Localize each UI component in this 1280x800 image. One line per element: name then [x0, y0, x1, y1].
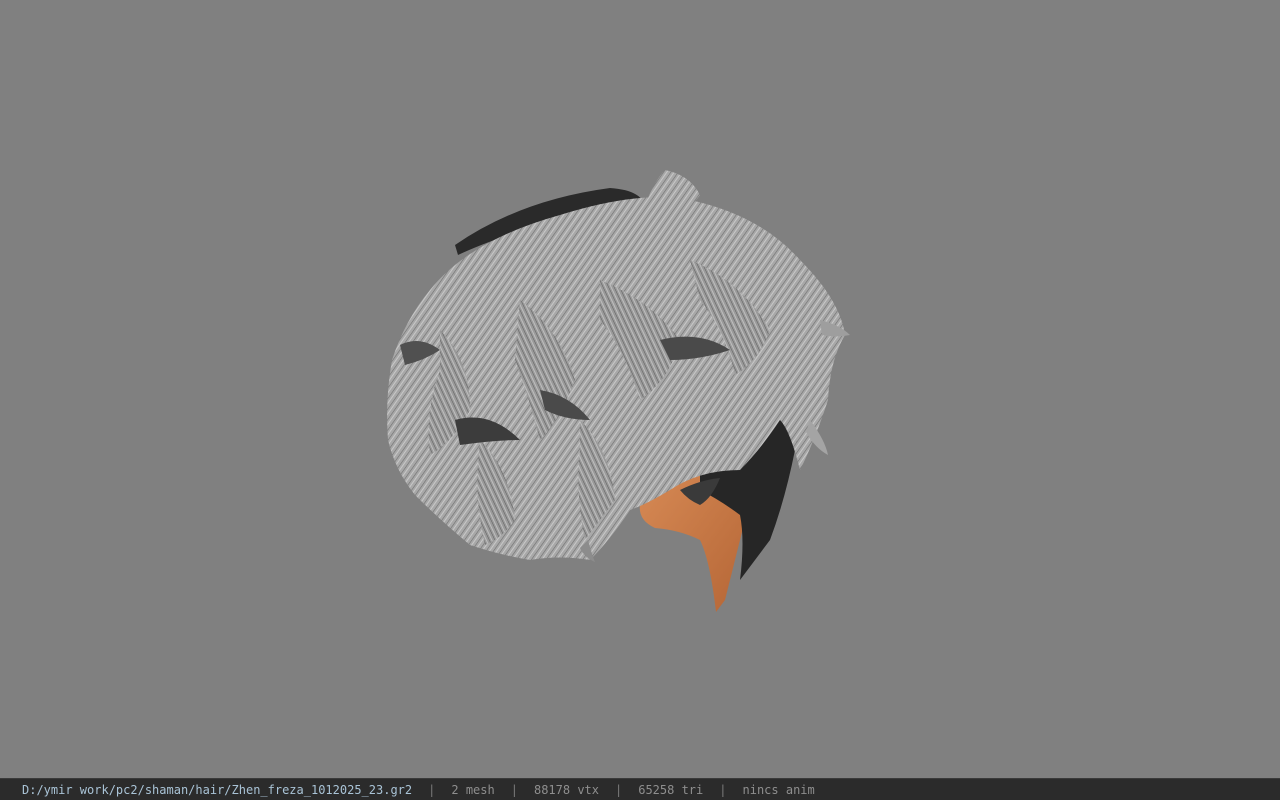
- 3d-viewport[interactable]: [0, 0, 1280, 778]
- mesh-count: 2 mesh: [451, 782, 495, 797]
- status-bar: D:/ymir work/pc2/shaman/hair/Zhen_freza_…: [0, 778, 1280, 800]
- triangle-count: 65258 tri: [638, 782, 704, 797]
- animation-status: nincs anim: [742, 782, 815, 797]
- hair-model-render: [387, 170, 850, 612]
- vertex-count: 88178 vtx: [533, 782, 599, 797]
- status-separator: |: [510, 782, 518, 797]
- file-path: D:/ymir work/pc2/shaman/hair/Zhen_freza_…: [22, 782, 413, 797]
- status-separator: |: [615, 782, 623, 797]
- status-separator: |: [428, 782, 436, 797]
- status-separator: |: [719, 782, 727, 797]
